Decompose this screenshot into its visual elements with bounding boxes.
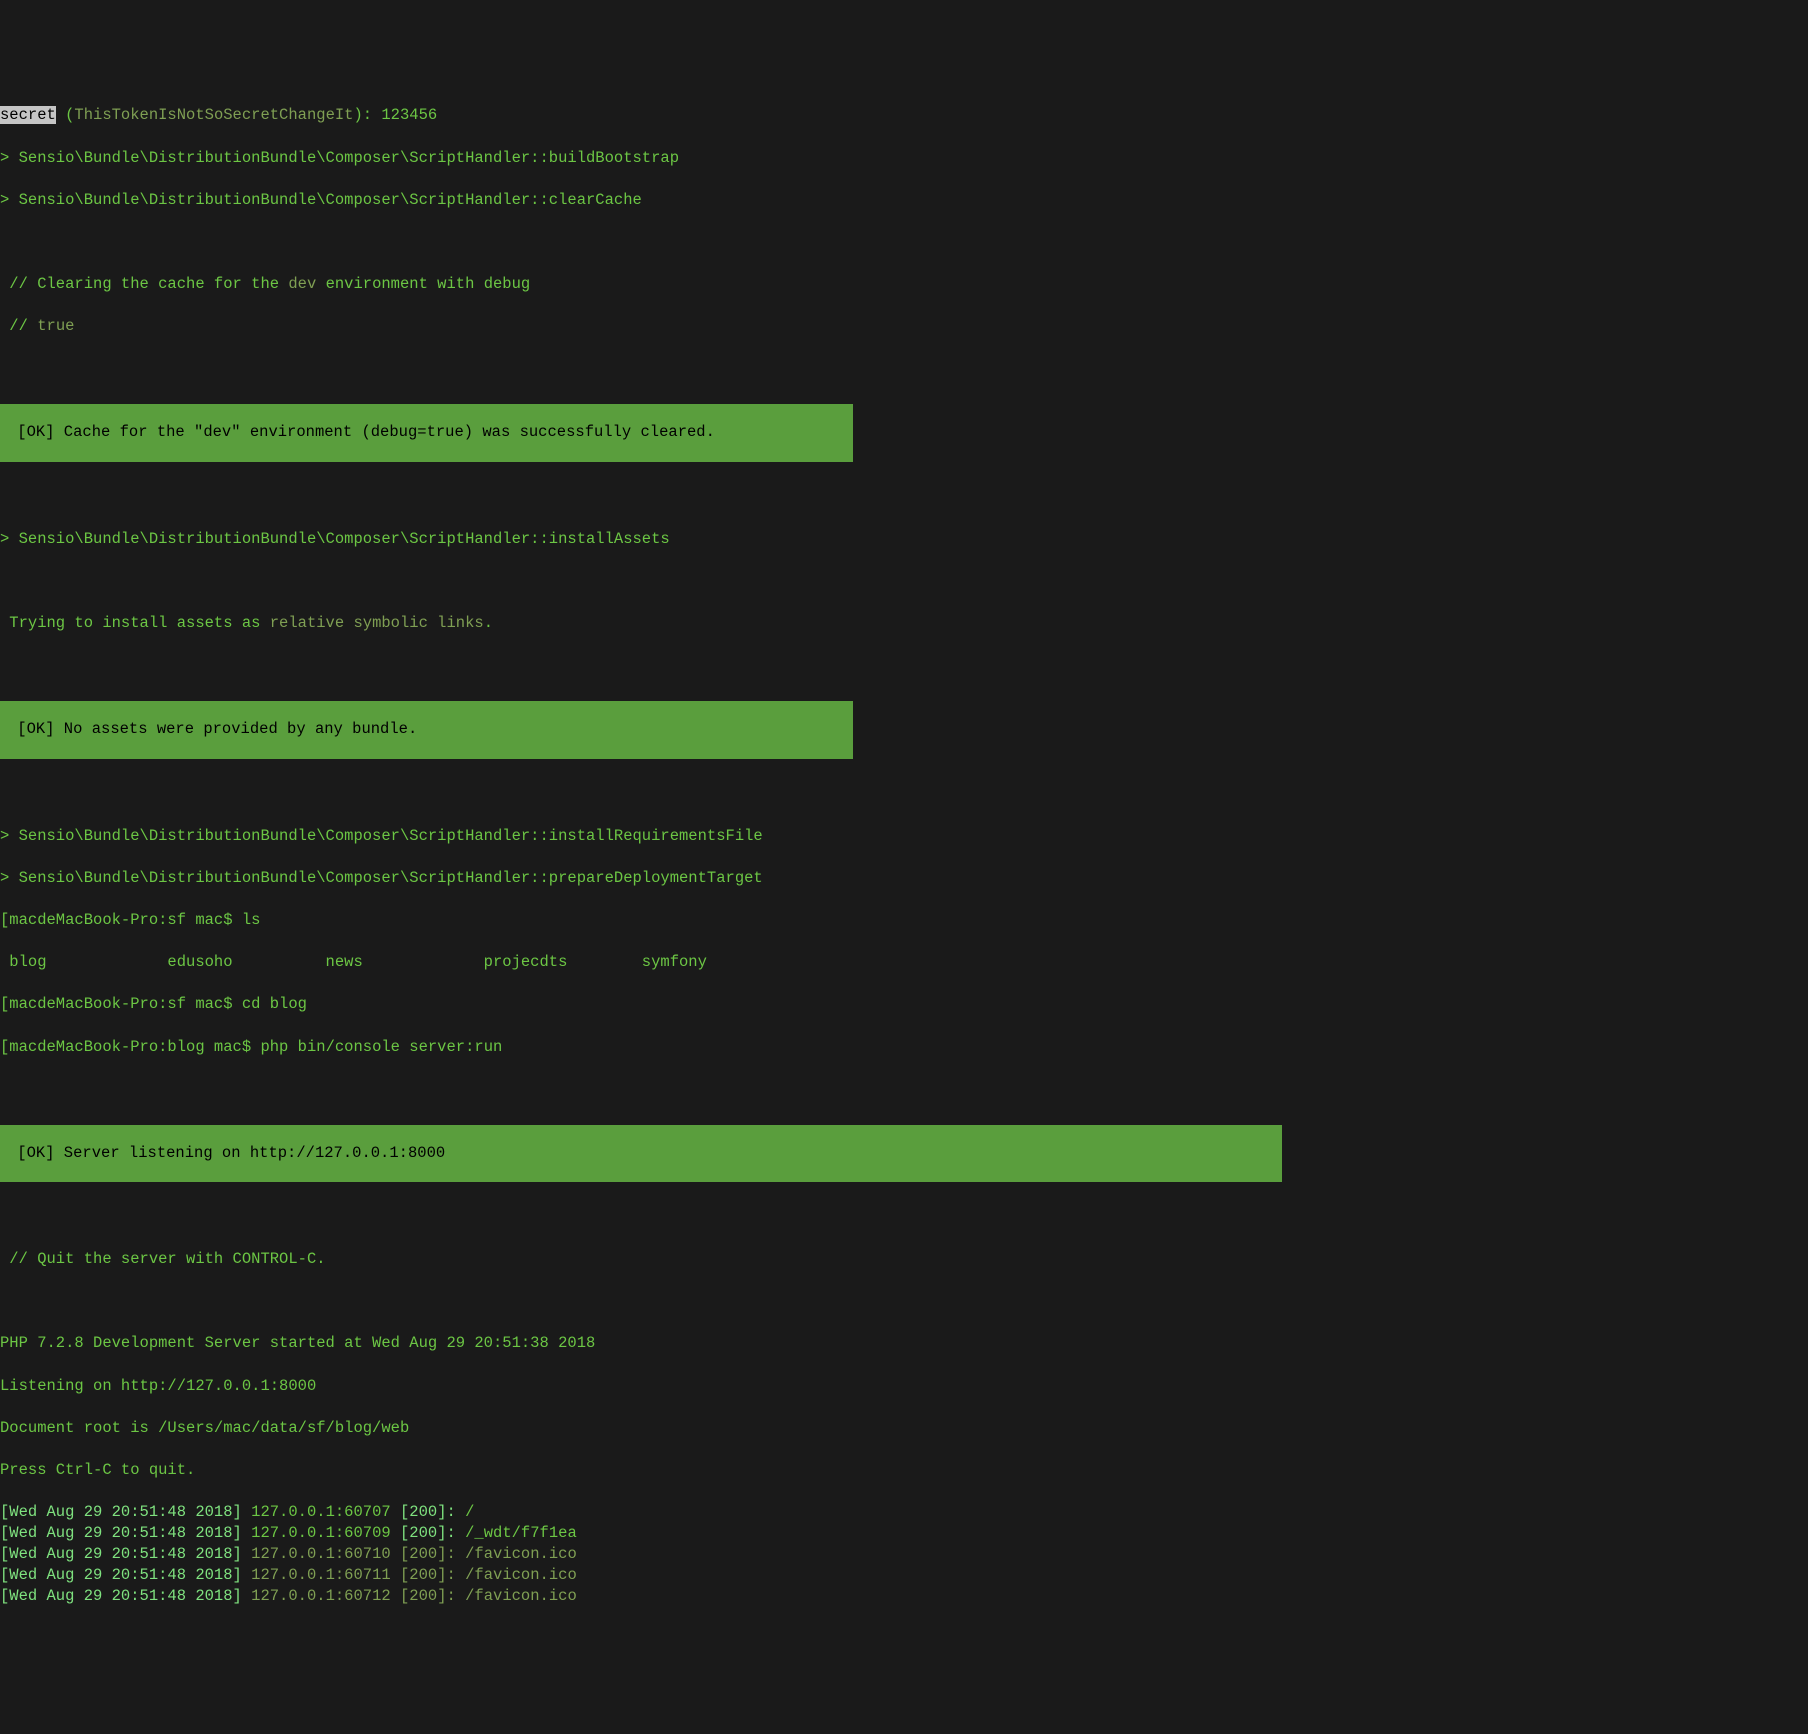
shell-prompt: [macdeMacBook-Pro:sf mac$ ls <box>0 910 1808 931</box>
prompt-line-secret: secret (ThisTokenIsNotSoSecretChangeIt):… <box>0 105 1808 126</box>
script-line: > Sensio\Bundle\DistributionBundle\Compo… <box>0 529 1808 550</box>
selected-text: secret <box>0 106 56 124</box>
server-info: Listening on http://127.0.0.1:8000 <box>0 1376 1808 1397</box>
blank-line <box>0 1207 1808 1228</box>
shell-prompt: [macdeMacBook-Pro:sf mac$ cd blog <box>0 994 1808 1015</box>
blank-line <box>0 784 1808 805</box>
terminal-output[interactable]: secret (ThisTokenIsNotSoSecretChangeIt):… <box>0 84 1808 1628</box>
script-line: > Sensio\Bundle\DistributionBundle\Compo… <box>0 868 1808 889</box>
shell-cmd: php bin/console server:run <box>260 1038 502 1056</box>
blank-line <box>0 1291 1808 1312</box>
request-log-line: [Wed Aug 29 20:51:48 2018] 127.0.0.1:607… <box>0 1544 1808 1565</box>
comment-line: // true <box>0 316 1808 337</box>
script-line: > Sensio\Bundle\DistributionBundle\Compo… <box>0 190 1808 211</box>
blank-line <box>0 571 1808 592</box>
ls-output: blog edusoho news projecdts symfony <box>0 952 1808 973</box>
blank-line <box>0 655 1808 676</box>
shell-prompt: [macdeMacBook-Pro:blog mac$ php bin/cons… <box>0 1037 1808 1058</box>
request-log-line: [Wed Aug 29 20:51:48 2018] 127.0.0.1:607… <box>0 1502 1808 1523</box>
server-info: PHP 7.2.8 Development Server started at … <box>0 1333 1808 1354</box>
request-log-line: [Wed Aug 29 20:51:48 2018] 127.0.0.1:607… <box>0 1586 1808 1607</box>
info-line: Trying to install assets as relative sym… <box>0 613 1808 634</box>
shell-cmd: ls <box>242 911 261 929</box>
blank-line <box>0 232 1808 253</box>
ok-banner-cache: [OK] Cache for the "dev" environment (de… <box>0 404 853 461</box>
token-placeholder: ThisTokenIsNotSoSecretChangeIt <box>74 106 353 124</box>
comment-line: // Quit the server with CONTROL-C. <box>0 1249 1808 1270</box>
ok-banner-assets: [OK] No assets were provided by any bund… <box>0 701 853 758</box>
blank-line <box>0 358 1808 379</box>
server-info: Document root is /Users/mac/data/sf/blog… <box>0 1418 1808 1439</box>
script-line: > Sensio\Bundle\DistributionBundle\Compo… <box>0 148 1808 169</box>
request-log: [Wed Aug 29 20:51:48 2018] 127.0.0.1:607… <box>0 1502 1808 1607</box>
script-line: > Sensio\Bundle\DistributionBundle\Compo… <box>0 826 1808 847</box>
server-info: Press Ctrl-C to quit. <box>0 1460 1808 1481</box>
secret-value: 123456 <box>381 106 437 124</box>
blank-line <box>0 487 1808 508</box>
request-log-line: [Wed Aug 29 20:51:48 2018] 127.0.0.1:607… <box>0 1565 1808 1586</box>
blank-line <box>0 1079 1808 1100</box>
comment-line: // Clearing the cache for the dev enviro… <box>0 274 1808 295</box>
request-log-line: [Wed Aug 29 20:51:48 2018] 127.0.0.1:607… <box>0 1523 1808 1544</box>
ok-banner-server: [OK] Server listening on http://127.0.0.… <box>0 1125 1282 1182</box>
shell-cmd: cd blog <box>242 995 307 1013</box>
